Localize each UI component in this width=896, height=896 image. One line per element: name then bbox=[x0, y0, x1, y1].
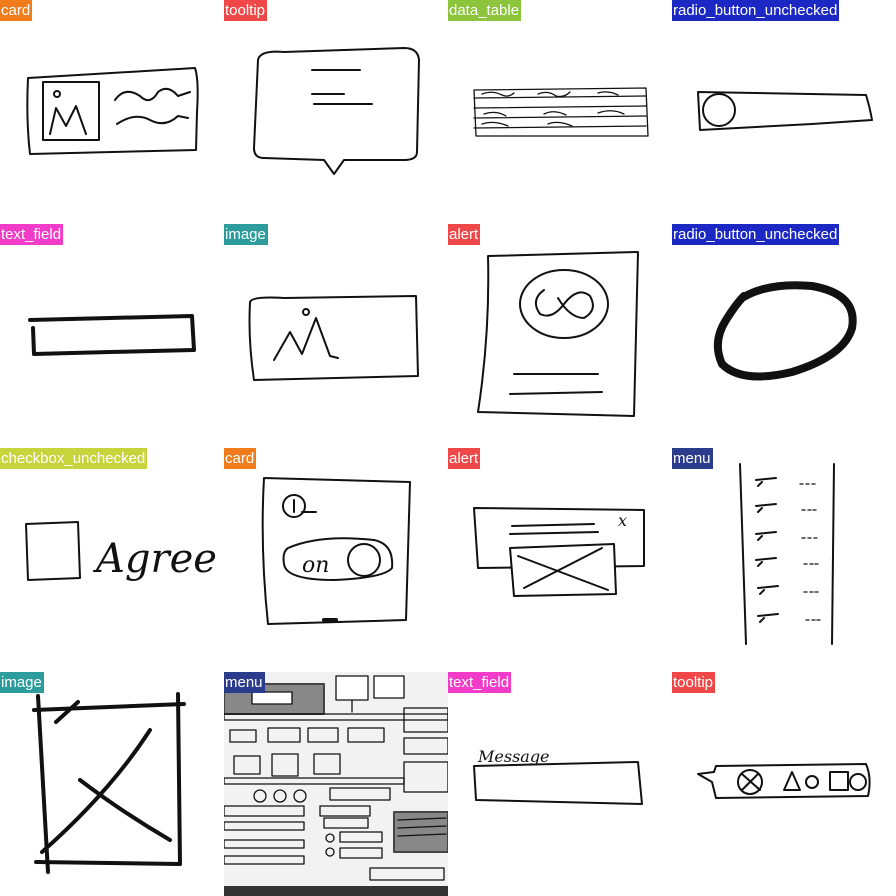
tile-image-1: image bbox=[224, 224, 448, 448]
menu-sketch-icon bbox=[224, 672, 448, 896]
tile-label: image bbox=[0, 672, 44, 693]
alert-sketch-icon: x bbox=[473, 507, 645, 597]
tile-label: menu bbox=[224, 672, 265, 693]
tile-text-field-2: text_field Message bbox=[448, 672, 672, 896]
field-label: Message bbox=[477, 747, 550, 766]
tile-card-1: card bbox=[0, 0, 224, 224]
radio-unchecked-sketch-icon bbox=[713, 281, 857, 381]
tooltip-sketch-icon bbox=[253, 47, 420, 175]
card-sketch-icon bbox=[26, 67, 199, 155]
image-sketch-icon bbox=[248, 295, 419, 381]
tile-tooltip-2: tooltip bbox=[672, 672, 896, 896]
tile-label: alert bbox=[448, 224, 481, 245]
tile-text-field-1: text_field bbox=[0, 224, 224, 448]
checkbox-unchecked-sketch-icon: Agree bbox=[25, 521, 217, 582]
tile-menu-1: menu bbox=[672, 448, 896, 672]
tile-data-table-1: data_table bbox=[448, 0, 672, 224]
tile-label: radio_button_unchecked bbox=[672, 224, 840, 245]
tile-label: image bbox=[224, 224, 268, 245]
image-sketch-icon bbox=[32, 692, 186, 874]
text-field-sketch-icon bbox=[28, 314, 196, 356]
tile-label: card bbox=[0, 0, 33, 21]
tile-label: tooltip bbox=[224, 0, 268, 21]
tile-image-2: image bbox=[0, 672, 224, 896]
tile-menu-2: menu bbox=[224, 672, 448, 896]
close-mark: x bbox=[618, 511, 627, 530]
tile-label: tooltip bbox=[672, 672, 716, 693]
checkbox-label: Agree bbox=[92, 536, 217, 582]
tile-label: radio_button_unchecked bbox=[672, 0, 840, 21]
tile-radio-unchecked-2: radio_button_unchecked bbox=[672, 224, 896, 448]
tile-alert-2: alert x bbox=[448, 448, 672, 672]
tile-tooltip-1: tooltip bbox=[224, 0, 448, 224]
card-sketch-icon: on bbox=[261, 477, 411, 625]
tile-radio-unchecked-1: radio_button_unchecked bbox=[672, 0, 896, 224]
menu-sketch-icon bbox=[739, 463, 835, 645]
alert-sketch-icon bbox=[477, 251, 639, 417]
tile-checkbox-unchecked-1: checkbox_unchecked Agree bbox=[0, 448, 224, 672]
tile-card-2: card on bbox=[224, 448, 448, 672]
text-field-sketch-icon: Message bbox=[473, 747, 643, 805]
data-table-sketch-icon bbox=[473, 87, 649, 137]
tile-label: menu bbox=[672, 448, 713, 469]
tile-label: alert bbox=[448, 448, 481, 469]
tile-label: text_field bbox=[448, 672, 512, 693]
tile-alert-1: alert bbox=[448, 224, 672, 448]
toggle-label: on bbox=[302, 553, 329, 578]
tooltip-sketch-icon bbox=[697, 763, 871, 799]
tile-label: card bbox=[224, 448, 257, 469]
tile-label: text_field bbox=[0, 224, 64, 245]
radio-unchecked-sketch-icon bbox=[697, 91, 873, 131]
tile-label: data_table bbox=[448, 0, 522, 21]
tile-label: checkbox_unchecked bbox=[0, 448, 148, 469]
sketch-grid: card tooltip data_table radio_button_unc… bbox=[0, 0, 896, 896]
